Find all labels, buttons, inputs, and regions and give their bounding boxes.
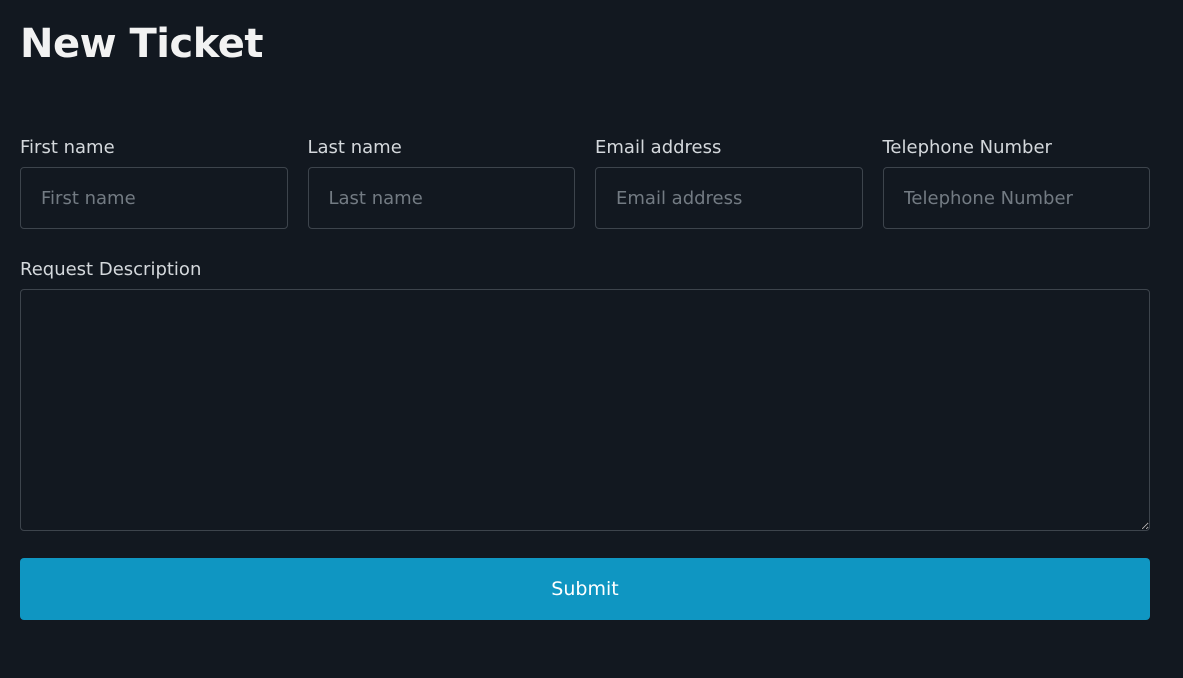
last-name-input[interactable] bbox=[307, 167, 575, 229]
page-title: New Ticket bbox=[20, 21, 263, 67]
last-name-group: Last name bbox=[307, 136, 575, 229]
email-input[interactable] bbox=[595, 167, 863, 229]
telephone-group: Telephone Number bbox=[882, 136, 1150, 229]
telephone-label: Telephone Number bbox=[882, 137, 1052, 158]
description-label: Request Description bbox=[20, 259, 202, 280]
description-textarea[interactable] bbox=[20, 289, 1150, 531]
telephone-input[interactable] bbox=[882, 167, 1150, 229]
email-label: Email address bbox=[595, 137, 722, 158]
contact-fields-row: First name Last name Email address Telep… bbox=[20, 136, 1150, 229]
new-ticket-page: New Ticket First name Last name Email ad… bbox=[0, 0, 1183, 678]
last-name-label: Last name bbox=[307, 137, 402, 158]
description-group: Request Description bbox=[20, 258, 1150, 531]
first-name-input[interactable] bbox=[20, 167, 288, 229]
email-group: Email address bbox=[595, 136, 863, 229]
first-name-label: First name bbox=[20, 137, 115, 158]
first-name-group: First name bbox=[20, 136, 288, 229]
submit-button[interactable]: Submit bbox=[20, 558, 1150, 620]
